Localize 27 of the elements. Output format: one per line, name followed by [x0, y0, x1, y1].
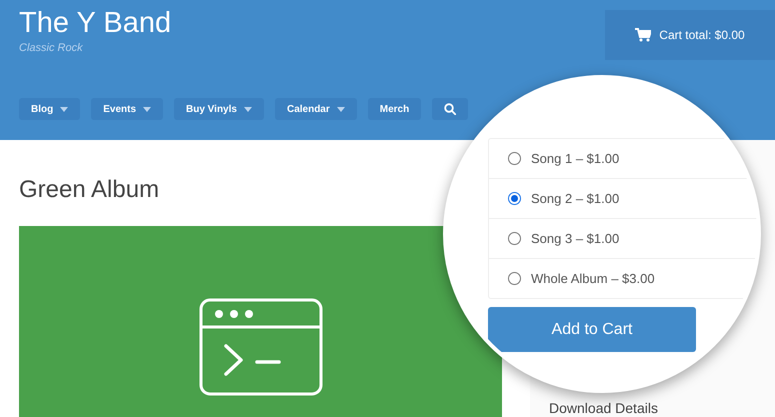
nav-menu-button[interactable]: Buy Vinyls — [174, 98, 264, 120]
product-option[interactable]: Song 1 – $1.00 — [489, 139, 757, 178]
nav-menu-button[interactable]: Merch — [368, 98, 422, 120]
radio-button[interactable] — [508, 232, 521, 245]
nav-menu-button[interactable]: Blog — [19, 98, 80, 120]
cart-total-button[interactable]: Cart total: $0.00 — [605, 10, 775, 60]
option-label: Whole Album – $3.00 — [531, 271, 655, 286]
option-label: Song 2 – $1.00 — [531, 191, 620, 206]
option-label: Song 1 – $1.00 — [531, 151, 620, 166]
option-label: Song 3 – $1.00 — [531, 231, 620, 246]
product-option[interactable]: Whole Album – $3.00 — [489, 258, 757, 298]
radio-button[interactable] — [508, 152, 521, 165]
add-to-cart-button[interactable]: Add to Cart — [488, 307, 696, 352]
nav-menu-button[interactable]: Calendar — [274, 98, 357, 120]
cart-icon — [635, 28, 652, 42]
radio-button[interactable] — [508, 192, 521, 205]
site-tagline: Classic Rock — [19, 42, 83, 54]
product-option[interactable]: Song 3 – $1.00 — [489, 218, 757, 258]
radio-button[interactable] — [508, 272, 521, 285]
page-title: Green Album — [19, 176, 160, 204]
search-button[interactable] — [432, 98, 468, 120]
terminal-window-icon — [198, 298, 322, 396]
search-icon — [444, 103, 456, 115]
sidebar-heading: Download Details — [549, 400, 659, 416]
product-option[interactable]: Song 2 – $1.00 — [489, 178, 757, 218]
nav-menu-button[interactable]: Events — [91, 98, 164, 120]
site-title[interactable]: The Y Band — [19, 8, 172, 40]
